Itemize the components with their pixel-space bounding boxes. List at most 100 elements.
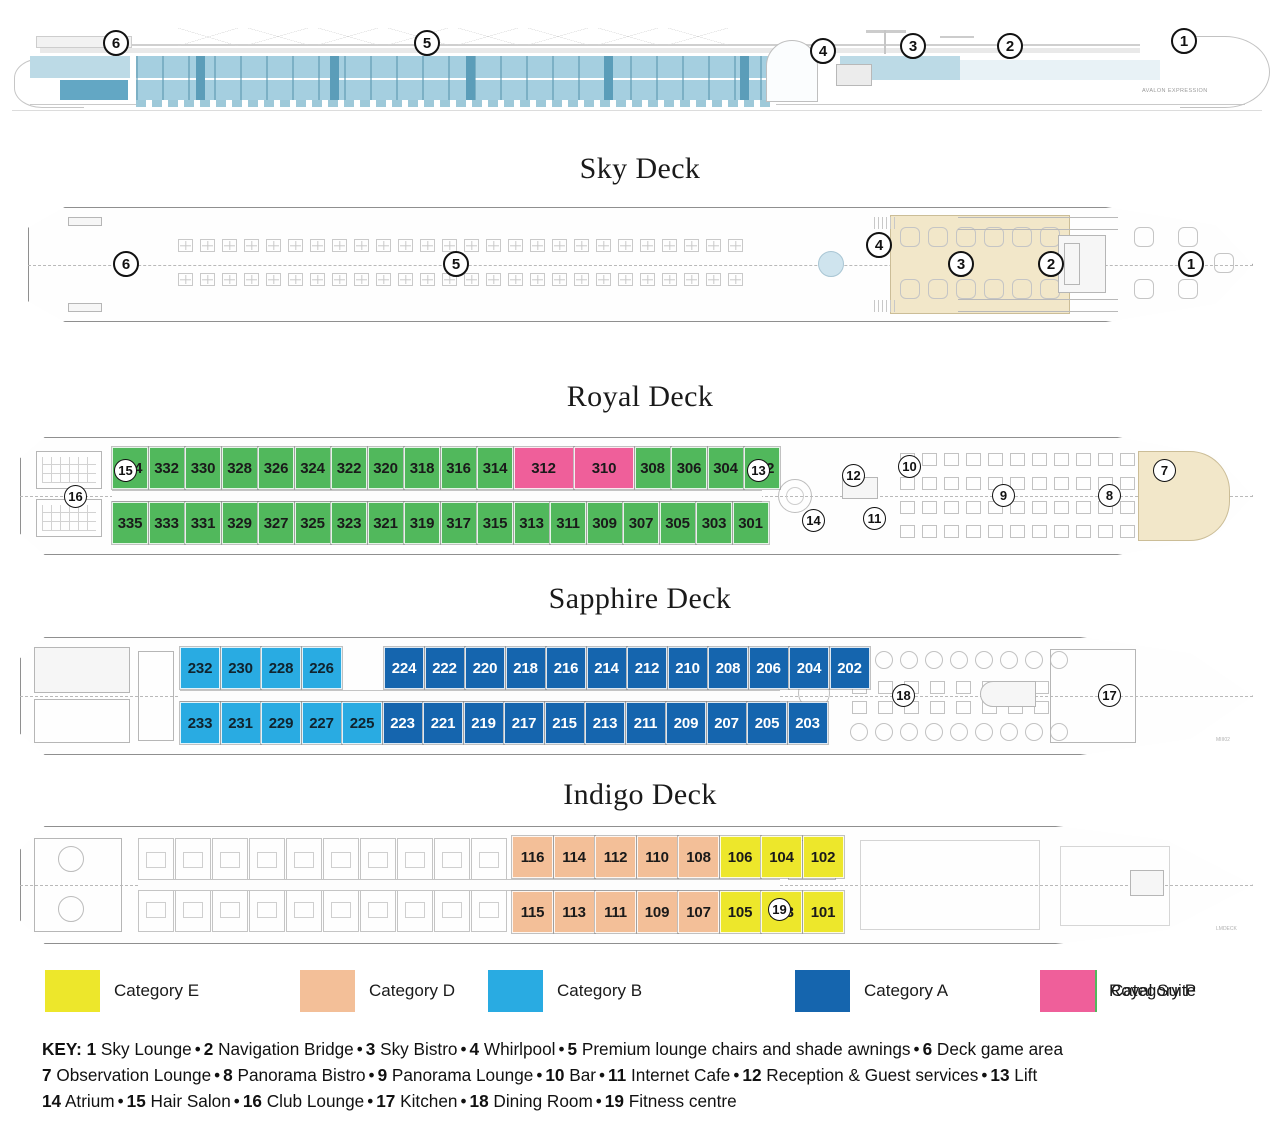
cabin-228[interactable]: 228	[260, 646, 302, 690]
cabin-312[interactable]: 312	[512, 446, 575, 490]
cabin-112[interactable]: 112	[594, 835, 637, 879]
cabin-107[interactable]: 107	[677, 890, 720, 934]
cabin-319[interactable]: 319	[403, 501, 441, 545]
cabin-207[interactable]: 207	[705, 701, 748, 745]
cabin-202[interactable]: 202	[828, 646, 871, 690]
cabin-116[interactable]: 116	[511, 835, 554, 879]
marker-16-sapphire[interactable]: 16	[64, 485, 87, 508]
cabin-206[interactable]: 206	[747, 646, 790, 690]
cabin-233[interactable]: 233	[179, 701, 221, 745]
cabin-313[interactable]: 313	[512, 501, 551, 545]
cabin-305[interactable]: 305	[658, 501, 697, 545]
cabin-332[interactable]: 332	[147, 446, 186, 490]
cabin-217[interactable]: 217	[503, 701, 545, 745]
cabin-311[interactable]: 311	[549, 501, 587, 545]
marker-7-sapphire[interactable]: 7	[1153, 459, 1176, 482]
cabin-309[interactable]: 309	[585, 501, 624, 545]
cabin-310[interactable]: 310	[573, 446, 635, 490]
marker-6-royal[interactable]: 6	[113, 251, 139, 277]
cabin-213[interactable]: 213	[584, 701, 626, 745]
cabin-328[interactable]: 328	[220, 446, 259, 490]
marker-10-sapphire[interactable]: 10	[898, 455, 921, 478]
cabin-219[interactable]: 219	[462, 701, 505, 745]
cabin-115[interactable]: 115	[511, 890, 554, 934]
cabin-222[interactable]: 222	[423, 646, 466, 690]
cabin-329[interactable]: 329	[220, 501, 259, 545]
marker-5-sky[interactable]: 5	[414, 30, 440, 56]
cabin-215[interactable]: 215	[543, 701, 586, 745]
cabin-307[interactable]: 307	[622, 501, 660, 545]
marker-1-royal[interactable]: 1	[1178, 251, 1204, 277]
cabin-113[interactable]: 113	[552, 890, 596, 934]
marker-1-sky[interactable]: 1	[1171, 28, 1197, 54]
cabin-326[interactable]: 326	[257, 446, 295, 490]
cabin-324[interactable]: 324	[293, 446, 332, 490]
marker-11-sapphire[interactable]: 11	[863, 507, 886, 530]
cabin-325[interactable]: 325	[293, 501, 332, 545]
marker-3-sky[interactable]: 3	[900, 33, 926, 59]
cabin-306[interactable]: 306	[670, 446, 708, 490]
cabin-226[interactable]: 226	[300, 646, 343, 690]
cabin-204[interactable]: 204	[788, 646, 830, 690]
cabin-303[interactable]: 303	[695, 501, 733, 545]
cabin-109[interactable]: 109	[635, 890, 679, 934]
cabin-105[interactable]: 105	[718, 890, 762, 934]
cabin-318[interactable]: 318	[403, 446, 441, 490]
cabin-301[interactable]: 301	[731, 501, 770, 545]
cabin-101[interactable]: 101	[801, 890, 845, 934]
cabin-304[interactable]: 304	[706, 446, 745, 490]
marker-2-sky[interactable]: 2	[997, 33, 1023, 59]
marker-18-indigo[interactable]: 18	[892, 684, 915, 707]
cabin-216[interactable]: 216	[545, 646, 587, 690]
cabin-317[interactable]: 317	[439, 501, 478, 545]
cabin-320[interactable]: 320	[366, 446, 405, 490]
cabin-314[interactable]: 314	[476, 446, 514, 490]
cabin-331[interactable]: 331	[184, 501, 222, 545]
cabin-114[interactable]: 114	[552, 835, 596, 879]
marker-5-royal[interactable]: 5	[443, 251, 469, 277]
cabin-330[interactable]: 330	[184, 446, 222, 490]
cabin-220[interactable]: 220	[464, 646, 506, 690]
marker-17-indigo[interactable]: 17	[1098, 684, 1121, 707]
cabin-106[interactable]: 106	[718, 835, 762, 879]
cabin-315[interactable]: 315	[476, 501, 514, 545]
cabin-316[interactable]: 316	[439, 446, 478, 490]
cabin-223[interactable]: 223	[381, 701, 424, 745]
cabin-321[interactable]: 321	[366, 501, 405, 545]
cabin-335[interactable]: 335	[111, 501, 149, 545]
cabin-229[interactable]: 229	[260, 701, 302, 745]
cabin-211[interactable]: 211	[624, 701, 667, 745]
cabin-322[interactable]: 322	[330, 446, 368, 490]
cabin-232[interactable]: 232	[179, 646, 221, 690]
cabin-227[interactable]: 227	[300, 701, 343, 745]
cabin-225[interactable]: 225	[341, 701, 383, 745]
cabin-108[interactable]: 108	[677, 835, 720, 879]
cabin-224[interactable]: 224	[383, 646, 425, 690]
cabin-104[interactable]: 104	[760, 835, 803, 879]
marker-19-lower[interactable]: 19	[768, 898, 791, 921]
marker-4-royal[interactable]: 4	[866, 232, 892, 258]
marker-14-sapphire[interactable]: 14	[802, 509, 825, 532]
cabin-333[interactable]: 333	[147, 501, 186, 545]
cabin-323[interactable]: 323	[330, 501, 368, 545]
cabin-214[interactable]: 214	[585, 646, 628, 690]
cabin-110[interactable]: 110	[635, 835, 679, 879]
cabin-210[interactable]: 210	[666, 646, 709, 690]
marker-6-sky[interactable]: 6	[103, 30, 129, 56]
cabin-111[interactable]: 111	[594, 890, 637, 934]
cabin-205[interactable]: 205	[746, 701, 788, 745]
cabin-221[interactable]: 221	[422, 701, 464, 745]
cabin-212[interactable]: 212	[626, 646, 668, 690]
marker-2-royal[interactable]: 2	[1038, 251, 1064, 277]
marker-8-sapphire[interactable]: 8	[1098, 484, 1121, 507]
cabin-203[interactable]: 203	[786, 701, 829, 745]
cabin-308[interactable]: 308	[633, 446, 672, 490]
marker-15-sapphire[interactable]: 15	[114, 459, 137, 482]
cabin-218[interactable]: 218	[504, 646, 547, 690]
cabin-209[interactable]: 209	[665, 701, 707, 745]
cabin-102[interactable]: 102	[801, 835, 845, 879]
marker-9-sapphire[interactable]: 9	[992, 484, 1015, 507]
marker-13-sapphire[interactable]: 13	[747, 459, 770, 482]
marker-12-sapphire[interactable]: 12	[842, 464, 865, 487]
cabin-230[interactable]: 230	[219, 646, 262, 690]
